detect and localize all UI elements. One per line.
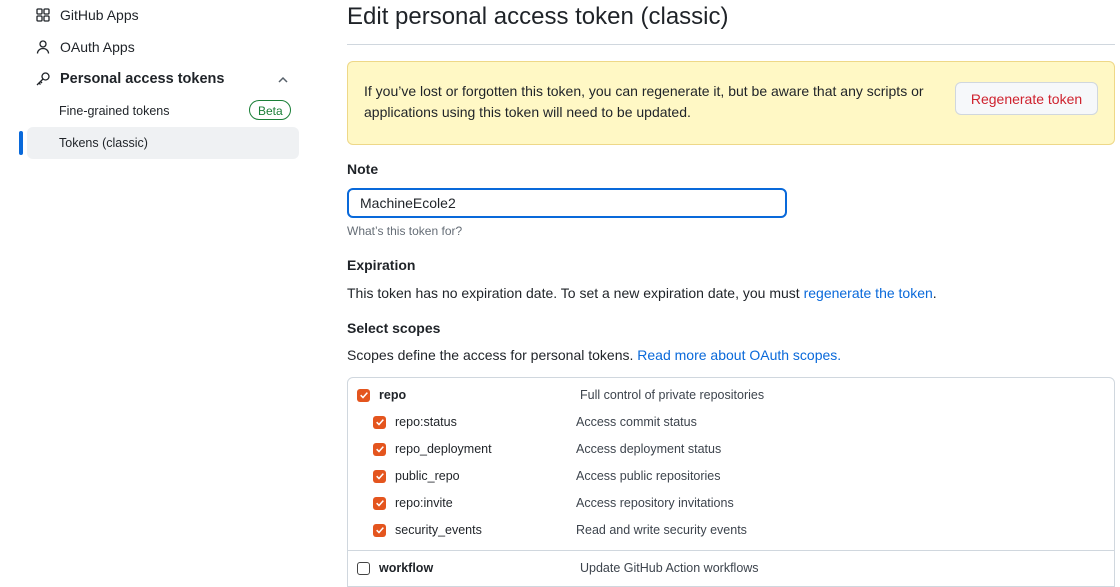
page-title: Edit personal access token (classic): [347, 3, 729, 30]
sidebar-item-tokens-classic-label[interactable]: Tokens (classic): [59, 136, 148, 150]
scope-checkbox-repo-invite[interactable]: [373, 496, 386, 510]
sidebar-item-oauth-apps[interactable]: OAuth Apps: [35, 39, 135, 55]
scopes-description: Scopes define the access for personal to…: [347, 347, 841, 363]
scope-name: repo: [379, 388, 407, 402]
scope-name: workflow: [379, 561, 434, 575]
regenerate-token-button[interactable]: Regenerate token: [955, 82, 1098, 115]
select-scopes-label: Select scopes: [347, 320, 441, 336]
expiration-text: This token has no expiration date. To se…: [347, 285, 937, 301]
scope-row-security-events[interactable]: security_events: [373, 523, 482, 537]
note-label: Note: [347, 161, 379, 177]
title-divider: [347, 44, 1115, 45]
scope-row-public-repo[interactable]: public_repo: [373, 469, 460, 483]
flash-message: If you’ve lost or forgotten this token, …: [364, 83, 924, 120]
sidebar-item-github-apps[interactable]: GitHub Apps: [35, 7, 139, 23]
expiration-suffix: .: [932, 285, 937, 301]
check-icon: [375, 446, 384, 453]
key-icon: [35, 71, 51, 87]
sidebar-item-personal-access-tokens[interactable]: Personal access tokens: [35, 71, 224, 87]
scope-checkbox-public-repo[interactable]: [373, 469, 386, 483]
scope-checkbox-repo-deployment[interactable]: [373, 442, 386, 456]
expiration-label: Expiration: [347, 257, 416, 273]
scope-row-repo-deployment[interactable]: repo_deployment: [373, 442, 492, 456]
scope-description: Full control of private repositories: [580, 388, 765, 402]
scopes-table: repo Full control of private repositorie…: [347, 377, 1115, 587]
sidebar-item-label: GitHub Apps: [60, 7, 139, 23]
scope-description: Update GitHub Action workflows: [580, 561, 759, 575]
sidebar-item-label: OAuth Apps: [60, 39, 135, 55]
sidebar-item-fine-grained-tokens[interactable]: Fine-grained tokens: [59, 104, 169, 118]
beta-badge: Beta: [249, 100, 291, 120]
scope-description: Access repository invitations: [576, 496, 734, 510]
scope-checkbox-repo-status[interactable]: [373, 415, 386, 429]
scope-name: repo_deployment: [395, 442, 492, 456]
sidebar-item-label: Tokens (classic): [59, 136, 148, 150]
settings-sidebar: GitHub Apps OAuth Apps Personal access t…: [0, 0, 310, 580]
scope-name: repo:status: [395, 415, 457, 429]
expiration-description: This token has no expiration date. To se…: [347, 285, 804, 301]
scope-name: public_repo: [395, 469, 460, 483]
scope-row-repo-status[interactable]: repo:status: [373, 415, 457, 429]
scope-row-workflow[interactable]: workflow: [357, 561, 433, 575]
scope-description: Access commit status: [576, 415, 697, 429]
scope-description: Access public repositories: [576, 469, 721, 483]
person-icon: [35, 39, 51, 55]
regenerate-token-link[interactable]: regenerate the token: [804, 285, 933, 301]
check-icon: [375, 500, 384, 507]
oauth-scopes-link[interactable]: Read more about OAuth scopes.: [637, 347, 841, 363]
sidebar-item-label: Personal access tokens: [60, 71, 225, 87]
check-icon: [375, 419, 384, 426]
scope-checkbox-repo[interactable]: [357, 388, 370, 402]
scope-row-repo-invite[interactable]: repo:invite: [373, 496, 453, 510]
check-icon: [375, 473, 384, 480]
check-icon: [375, 527, 384, 534]
scope-group-divider: [348, 550, 1114, 551]
scopes-text: Scopes define the access for personal to…: [347, 347, 638, 363]
scope-checkbox-workflow[interactable]: [357, 561, 370, 575]
scope-description: Read and write security events: [576, 523, 747, 537]
active-indicator: [19, 131, 23, 155]
note-input[interactable]: [347, 188, 787, 218]
sidebar-item-label: Fine-grained tokens: [59, 104, 170, 118]
scope-description: Access deployment status: [576, 442, 722, 456]
regenerate-warning-flash: If you’ve lost or forgotten this token, …: [347, 61, 1115, 145]
scope-name: security_events: [395, 523, 482, 537]
check-icon: [359, 392, 368, 399]
scope-checkbox-security-events[interactable]: [373, 523, 386, 537]
scope-name: repo:invite: [395, 496, 453, 510]
apps-icon: [35, 7, 51, 23]
scope-row-repo[interactable]: repo: [357, 388, 406, 402]
note-hint: What’s this token for?: [347, 224, 463, 238]
chevron-up-icon[interactable]: [275, 72, 291, 88]
